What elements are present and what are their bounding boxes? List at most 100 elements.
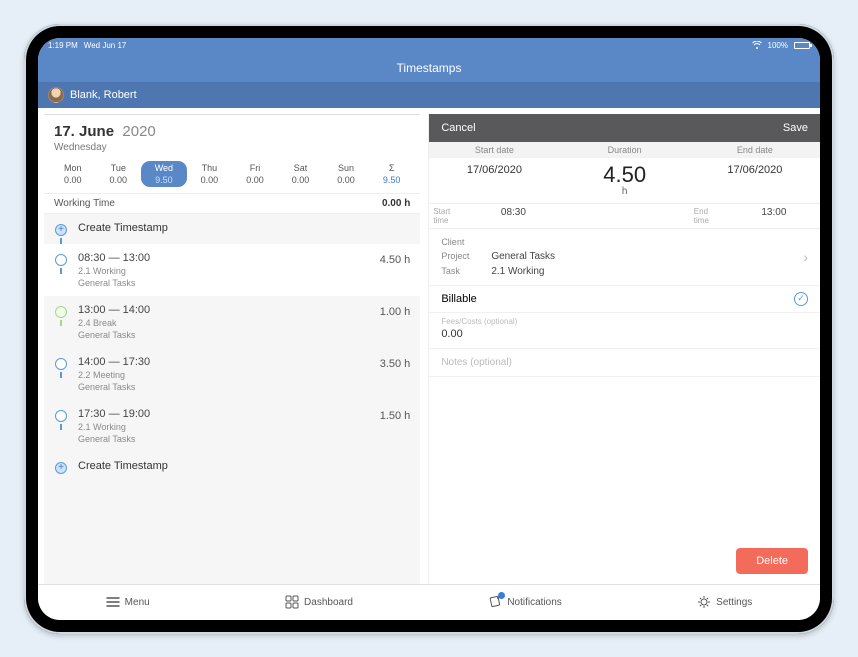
billable-row[interactable]: Billable ✓ bbox=[429, 285, 820, 313]
entry-time-range: 08:30 — 13:00 bbox=[78, 252, 380, 264]
date-column-headers: Start date Duration End date bbox=[429, 142, 820, 158]
tablet-bezel: 1:19 PM Wed Jun 17 100% Timestamps Blank… bbox=[24, 24, 834, 634]
save-button[interactable]: Save bbox=[783, 122, 808, 134]
day-cell[interactable]: Sat0.00 bbox=[278, 161, 324, 187]
screen: 1:19 PM Wed Jun 17 100% Timestamps Blank… bbox=[38, 38, 820, 620]
entry-task: 2.2 Meeting bbox=[78, 370, 380, 380]
day-cell[interactable]: Fri 0.00 bbox=[232, 161, 278, 187]
entry-project: General Tasks bbox=[78, 278, 380, 288]
day-cell[interactable]: Sun 0.00 bbox=[323, 161, 369, 187]
project-label: Project bbox=[441, 251, 491, 261]
date-header[interactable]: 17. June 2020 bbox=[44, 115, 420, 142]
timeline-pane: 17. June 2020 Wednesday Mon0.00Tue0.00We… bbox=[44, 114, 420, 584]
content-area: 17. June 2020 Wednesday Mon0.00Tue0.00We… bbox=[38, 108, 820, 584]
day-label: Fri bbox=[232, 163, 278, 173]
timeline-dot-icon bbox=[55, 410, 67, 422]
tab-settings[interactable]: Settings bbox=[697, 595, 752, 609]
day-cell[interactable]: Σ 9.50 bbox=[369, 161, 415, 187]
tab-dashboard-label: Dashboard bbox=[304, 597, 353, 608]
week-selector: Mon0.00Tue0.00Wed9.50Thu0.00Fri0.00Sat0.… bbox=[44, 159, 420, 193]
delete-button[interactable]: Delete bbox=[736, 548, 808, 574]
day-cell[interactable]: Thu 0.00 bbox=[187, 161, 233, 187]
wifi-icon bbox=[752, 41, 762, 51]
day-hours: 0.00 bbox=[187, 175, 233, 185]
status-time: 1:19 PM bbox=[48, 41, 78, 50]
battery-percent: 100% bbox=[768, 41, 788, 50]
timestamp-entry[interactable]: 08:30 — 13:00 2.1 Working General Tasks 4.5… bbox=[44, 244, 420, 296]
create-timestamp-row[interactable]: Create Timestamp bbox=[44, 452, 420, 482]
day-cell[interactable]: Tue 0.00 bbox=[96, 161, 142, 187]
day-cell[interactable]: Mon 0.00 bbox=[50, 161, 96, 187]
day-hours: 0.00 bbox=[323, 175, 369, 185]
tab-menu-label: Menu bbox=[125, 597, 150, 608]
cancel-button[interactable]: Cancel bbox=[441, 122, 475, 134]
app-title-bar: Timestamps bbox=[38, 54, 820, 82]
entry-task: 2.1 Working bbox=[78, 266, 380, 276]
day-hours: 0.00 bbox=[232, 175, 278, 185]
task-label: Task bbox=[441, 266, 491, 276]
entry-hours: 1.00 h bbox=[380, 304, 411, 318]
timeline-dot-icon bbox=[55, 254, 67, 266]
day-label: Sat bbox=[278, 163, 324, 173]
timestamp-entry[interactable]: 17:30 — 19:002.1 WorkingGeneral Tasks1.5… bbox=[44, 400, 420, 452]
day-hours: 0.00 bbox=[96, 175, 142, 185]
entry-project: General Tasks bbox=[78, 382, 380, 392]
day-cell[interactable]: Wed9.50 bbox=[141, 161, 187, 187]
entry-hours: 4.50 h bbox=[380, 252, 411, 266]
dashboard-icon bbox=[285, 595, 299, 609]
day-label: Wed bbox=[141, 163, 187, 173]
end-date-value[interactable]: 17/06/2020 bbox=[690, 158, 820, 203]
plus-icon bbox=[55, 224, 67, 236]
create-timestamp-row[interactable]: Create Timestamp bbox=[44, 214, 420, 244]
entry-hours: 1.50 h bbox=[380, 408, 411, 422]
notification-badge-icon bbox=[498, 592, 505, 599]
day-label: Thu bbox=[187, 163, 233, 173]
weekday-label: Wednesday bbox=[44, 142, 420, 159]
end-time-value[interactable]: 13:00 bbox=[728, 204, 820, 228]
tab-notifications[interactable]: Notifications bbox=[488, 595, 561, 609]
gear-icon bbox=[697, 595, 711, 609]
date-month: June bbox=[79, 123, 114, 140]
end-time-label: End time bbox=[690, 204, 728, 228]
timestamp-entry[interactable]: 13:00 — 14:002.4 BreakGeneral Tasks1.00 … bbox=[44, 296, 420, 348]
working-time-value: 0.00 h bbox=[382, 198, 410, 209]
entry-time-range: 14:00 — 17:30 bbox=[78, 356, 380, 368]
day-label: Σ bbox=[369, 163, 415, 173]
notes-field[interactable]: Notes (optional) bbox=[429, 349, 820, 377]
duration-header: Duration bbox=[560, 142, 690, 158]
end-date-header: End date bbox=[690, 142, 820, 158]
entry-project: General Tasks bbox=[78, 330, 380, 340]
check-circle-icon[interactable]: ✓ bbox=[794, 292, 808, 306]
start-date-value[interactable]: 17/06/2020 bbox=[429, 158, 559, 203]
timeline-dot-icon bbox=[55, 306, 67, 318]
tab-dashboard[interactable]: Dashboard bbox=[285, 595, 353, 609]
fees-value: 0.00 bbox=[441, 328, 808, 340]
duration-value: 4.50 bbox=[560, 164, 690, 186]
client-label: Client bbox=[441, 237, 491, 247]
day-label: Tue bbox=[96, 163, 142, 173]
start-time-label: Start time bbox=[429, 204, 467, 228]
assignment-fields[interactable]: Client ProjectGeneral Tasks Task2.1 Work… bbox=[429, 229, 820, 285]
entry-project: General Tasks bbox=[78, 434, 380, 444]
fees-field[interactable]: Fees/Costs (optional) 0.00 bbox=[429, 313, 820, 349]
date-year: 2020 bbox=[122, 123, 155, 140]
tab-menu[interactable]: Menu bbox=[106, 595, 150, 609]
entry-time-range: 13:00 — 14:00 bbox=[78, 304, 380, 316]
day-hours: 9.50 bbox=[369, 175, 415, 185]
tab-notifications-label: Notifications bbox=[507, 597, 561, 608]
date-day: 17. bbox=[54, 123, 75, 140]
fees-label: Fees/Costs (optional) bbox=[441, 317, 808, 326]
date-value-row: 17/06/2020 4.50 h 17/06/2020 bbox=[429, 158, 820, 204]
day-label: Mon bbox=[50, 163, 96, 173]
start-date-header: Start date bbox=[429, 142, 559, 158]
time-sub-row: Start time 08:30 End time 13:00 bbox=[429, 204, 820, 229]
day-hours: 0.00 bbox=[50, 175, 96, 185]
user-name: Blank, Robert bbox=[70, 89, 137, 101]
start-time-value[interactable]: 08:30 bbox=[467, 204, 559, 228]
create-timestamp-label: Create Timestamp bbox=[78, 460, 410, 472]
day-label: Sun bbox=[323, 163, 369, 173]
timestamp-entry[interactable]: 14:00 — 17:302.2 MeetingGeneral Tasks3.5… bbox=[44, 348, 420, 400]
user-bar[interactable]: Blank, Robert bbox=[38, 82, 820, 108]
duration-cell[interactable]: 4.50 h bbox=[560, 158, 690, 203]
detail-header: Cancel Save bbox=[429, 114, 820, 142]
